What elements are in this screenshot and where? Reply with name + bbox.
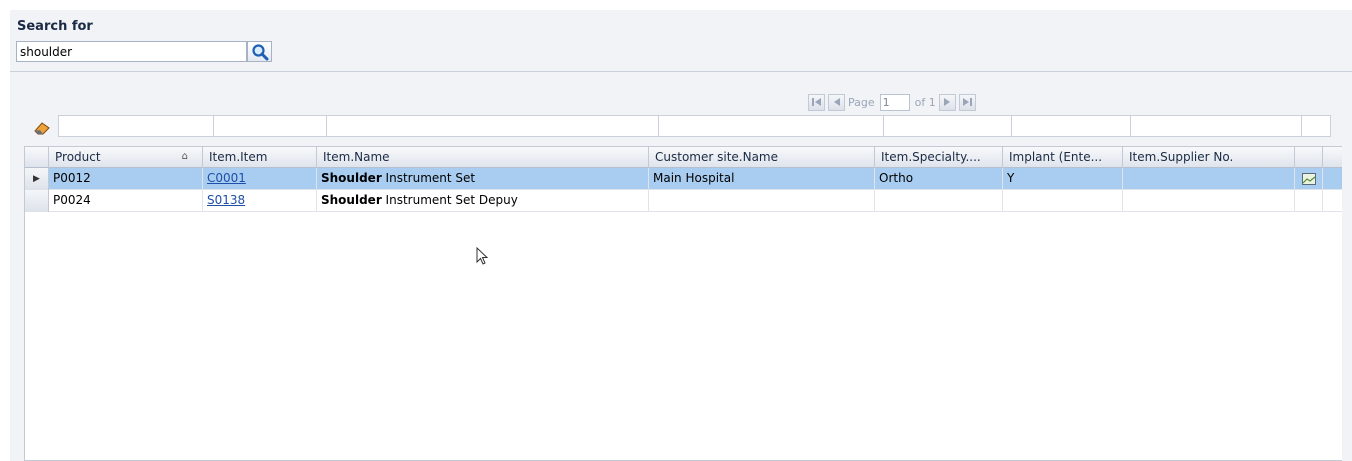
cell-item: S0138 [203, 190, 317, 212]
image-icon[interactable] [1301, 173, 1316, 185]
search-panel: Search for [10, 10, 1352, 72]
cell-name: Shoulder Instrument Set [317, 168, 649, 190]
item-link[interactable]: C0001 [207, 171, 246, 185]
name-match: Shoulder [321, 171, 382, 185]
mouse-cursor-icon [476, 247, 489, 265]
prev-page-icon [833, 98, 840, 106]
cell-implant: Y [1003, 168, 1123, 190]
name-rest: Instrument Set [381, 171, 476, 185]
page-label: Page [848, 95, 875, 109]
name-match: Shoulder [321, 193, 382, 207]
search-icon [251, 43, 268, 60]
prev-page-button[interactable] [828, 93, 845, 111]
next-page-icon [944, 98, 951, 106]
cell-site: Main Hospital [649, 168, 875, 190]
filter-product[interactable] [58, 115, 214, 137]
current-row-icon: ▶ [33, 174, 40, 184]
filter-implant[interactable] [1011, 115, 1131, 137]
cell-image [1295, 168, 1323, 190]
first-page-icon [812, 98, 821, 106]
filter-row [58, 115, 1331, 139]
column-header-item[interactable]: Item.Item [203, 147, 317, 168]
column-header-specialty[interactable]: Item.Specialty.... [875, 147, 1003, 168]
last-page-button[interactable] [958, 93, 976, 111]
header-selector [25, 147, 49, 168]
column-header-image [1295, 147, 1323, 168]
column-header-name[interactable]: Item.Name [317, 147, 649, 168]
eraser-icon [34, 122, 50, 135]
filter-specialty[interactable] [883, 115, 1012, 137]
cell-implant [1003, 190, 1123, 212]
column-header-label: Product [55, 150, 101, 164]
first-page-button[interactable] [808, 93, 825, 111]
filter-site[interactable] [658, 115, 884, 137]
next-page-button[interactable] [938, 93, 956, 111]
cell-supplier [1123, 168, 1295, 190]
cell-supplier [1123, 190, 1295, 212]
filter-item[interactable] [213, 115, 327, 137]
cell-specialty [875, 190, 1003, 212]
sort-icon: ⌂ [181, 151, 188, 162]
cell-specialty: Ortho [875, 168, 1003, 190]
page-count-label: of 1 [914, 95, 936, 109]
table-row[interactable]: ▶ P0012 C0001 Shoulder Instrument Set Ma… [25, 168, 1351, 190]
search-title: Search for [17, 19, 93, 34]
item-link[interactable]: S0138 [207, 193, 245, 207]
name-rest: Instrument Set Depuy [381, 193, 518, 207]
last-page-icon [962, 98, 972, 106]
column-header-implant[interactable]: Implant (Ente... [1003, 147, 1123, 168]
cell-name: Shoulder Instrument Set Depuy [317, 190, 649, 212]
search-input[interactable] [16, 41, 247, 62]
pager: Page of 1 [808, 92, 976, 112]
results-panel: Page of 1 Pro [10, 72, 1352, 461]
cell-site [649, 190, 875, 212]
cell-product: P0012 [49, 168, 203, 190]
cell-item: C0001 [203, 168, 317, 190]
page-number-input[interactable] [879, 93, 910, 111]
search-button[interactable] [247, 41, 272, 62]
right-edge [1342, 72, 1352, 461]
row-selector[interactable] [25, 190, 49, 212]
clear-filters-button[interactable] [31, 118, 53, 138]
column-header-supplier[interactable]: Item.Supplier No. [1123, 147, 1295, 168]
column-header-product[interactable]: Product ⌂ [49, 147, 203, 168]
filter-supplier[interactable] [1130, 115, 1302, 137]
column-header-site[interactable]: Customer site.Name [649, 147, 875, 168]
grid-header: Product ⌂ Item.Item Item.Name Customer s… [25, 147, 1351, 168]
table-row[interactable]: P0024 S0138 Shoulder Instrument Set Depu… [25, 190, 1351, 212]
results-grid: Product ⌂ Item.Item Item.Name Customer s… [24, 146, 1352, 461]
row-selector[interactable]: ▶ [25, 168, 49, 190]
filter-name[interactable] [326, 115, 659, 137]
filter-extra[interactable] [1301, 115, 1331, 137]
cell-product: P0024 [49, 190, 203, 212]
cell-image [1295, 190, 1323, 212]
